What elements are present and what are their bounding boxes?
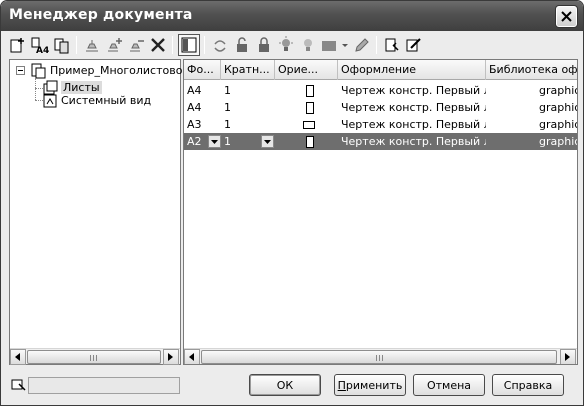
tree-item-label: Системный вид (61, 94, 152, 107)
add-format-icon[interactable]: A4 (30, 35, 50, 55)
cancel-button-label: Отмена (426, 378, 472, 392)
unlock-icon[interactable] (232, 35, 252, 55)
column-header-orientation[interactable]: Орие... (275, 60, 338, 80)
portrait-icon (306, 85, 314, 97)
column-header-format[interactable]: Фо... (184, 60, 221, 80)
window-title: Менеджер документа (9, 7, 193, 23)
copy-sheet-icon[interactable] (52, 35, 72, 55)
tree-root-label: Пример_Многолистовой (50, 64, 190, 77)
table-header: Фо... Кратн... Орие... Оформление Библио… (184, 60, 577, 80)
scroll-thumb[interactable] (201, 350, 557, 364)
portrait-icon (306, 136, 314, 148)
edit-style-icon[interactable] (352, 35, 372, 55)
cell-format: A2 (187, 135, 202, 148)
apply-button[interactable]: Применить (334, 374, 406, 396)
cell-library: graphic. (539, 84, 577, 97)
bulb-off-icon[interactable] (298, 35, 318, 55)
cell-design: Чертеж констр. Первый лист (341, 118, 486, 131)
close-button[interactable] (556, 6, 577, 27)
document-manager-dialog: Менеджер документа A4 Пример_Многолистов… (0, 0, 584, 406)
cell-multiplicity: 1 (224, 135, 231, 148)
sheet-edit-icon[interactable] (404, 35, 424, 55)
panel-view-icon[interactable] (178, 34, 200, 56)
cell-design: Чертеж констр. Первый лист (341, 84, 486, 97)
title-bar[interactable]: Менеджер документа (1, 1, 583, 31)
sheet-properties-icon[interactable] (382, 35, 402, 55)
lock-icon[interactable] (254, 35, 274, 55)
table-hscrollbar[interactable] (184, 348, 577, 364)
stamp-remove-icon[interactable] (126, 35, 146, 55)
landscape-icon (303, 121, 315, 129)
tree-root[interactable]: Пример_Многолистовой (14, 63, 190, 79)
bulb-on-icon[interactable] (276, 35, 296, 55)
tree-guide (35, 78, 36, 100)
column-header-design[interactable]: Оформление (338, 60, 486, 80)
cell-format: A4 (187, 84, 202, 97)
link-icon[interactable] (210, 35, 230, 55)
scroll-left-icon[interactable] (184, 349, 200, 364)
toolbar: A4 (4, 32, 581, 58)
cell-multiplicity: 1 (224, 84, 231, 97)
cell-library: graphic. (539, 101, 577, 114)
tree-hscrollbar[interactable] (10, 348, 180, 365)
collapse-icon[interactable] (16, 66, 25, 75)
ok-button-label: ОК (276, 378, 294, 392)
cell-design: Чертеж констр. Первый лист (341, 101, 486, 114)
multiplicity-dropdown-icon[interactable] (261, 135, 274, 148)
cell-format: A3 (187, 118, 202, 131)
table-row[interactable]: A3 1 Чертеж констр. Первый лист graphic. (184, 116, 577, 133)
stamp-icon[interactable] (82, 35, 102, 55)
help-button-label: Справка (503, 378, 553, 392)
close-icon (561, 11, 572, 22)
format-dropdown-icon[interactable] (208, 135, 221, 148)
cancel-button[interactable]: Отмена (413, 374, 485, 396)
stamp-add-icon[interactable] (104, 35, 124, 55)
delete-icon[interactable] (148, 35, 168, 55)
cell-library: graphic. (539, 135, 577, 148)
scroll-right-icon[interactable] (560, 349, 576, 364)
help-button[interactable]: Справка (492, 374, 564, 396)
table-row[interactable]: A4 1 Чертеж констр. Первый лист graphic. (184, 99, 577, 116)
status-field (28, 377, 180, 394)
column-header-library[interactable]: Библиотека оф (486, 60, 577, 80)
scroll-thumb[interactable] (27, 350, 161, 364)
cell-library: graphic. (539, 118, 577, 131)
cell-multiplicity: 1 (224, 118, 231, 131)
table-row-selected[interactable]: A2 1 Чертеж констр. Первый лист graphic. (184, 133, 577, 150)
add-sheet-icon[interactable] (8, 35, 28, 55)
cell-design: Чертеж констр. Первый лист (341, 135, 486, 148)
color-fill-icon[interactable] (320, 35, 350, 55)
apply-button-label: Применить (337, 378, 403, 392)
scroll-right-icon[interactable] (163, 349, 179, 365)
sheets-table: Фо... Кратн... Орие... Оформление Библио… (183, 59, 578, 365)
portrait-icon (306, 102, 314, 114)
view-icon (43, 93, 59, 112)
svg-text:A4: A4 (36, 46, 49, 54)
tree-panel: Пример_Многолистовой Листы Системный вид (9, 59, 190, 365)
cell-format: A4 (187, 101, 202, 114)
tree-item-system-view[interactable]: Системный вид (43, 93, 173, 109)
cell-multiplicity: 1 (224, 101, 231, 114)
status-icon (11, 378, 27, 395)
table-row[interactable]: A4 1 Чертеж констр. Первый лист graphic. (184, 82, 577, 99)
ok-button[interactable]: ОК (249, 374, 321, 396)
column-header-multiplicity[interactable]: Кратн... (221, 60, 275, 80)
scroll-left-icon[interactable] (10, 349, 26, 365)
